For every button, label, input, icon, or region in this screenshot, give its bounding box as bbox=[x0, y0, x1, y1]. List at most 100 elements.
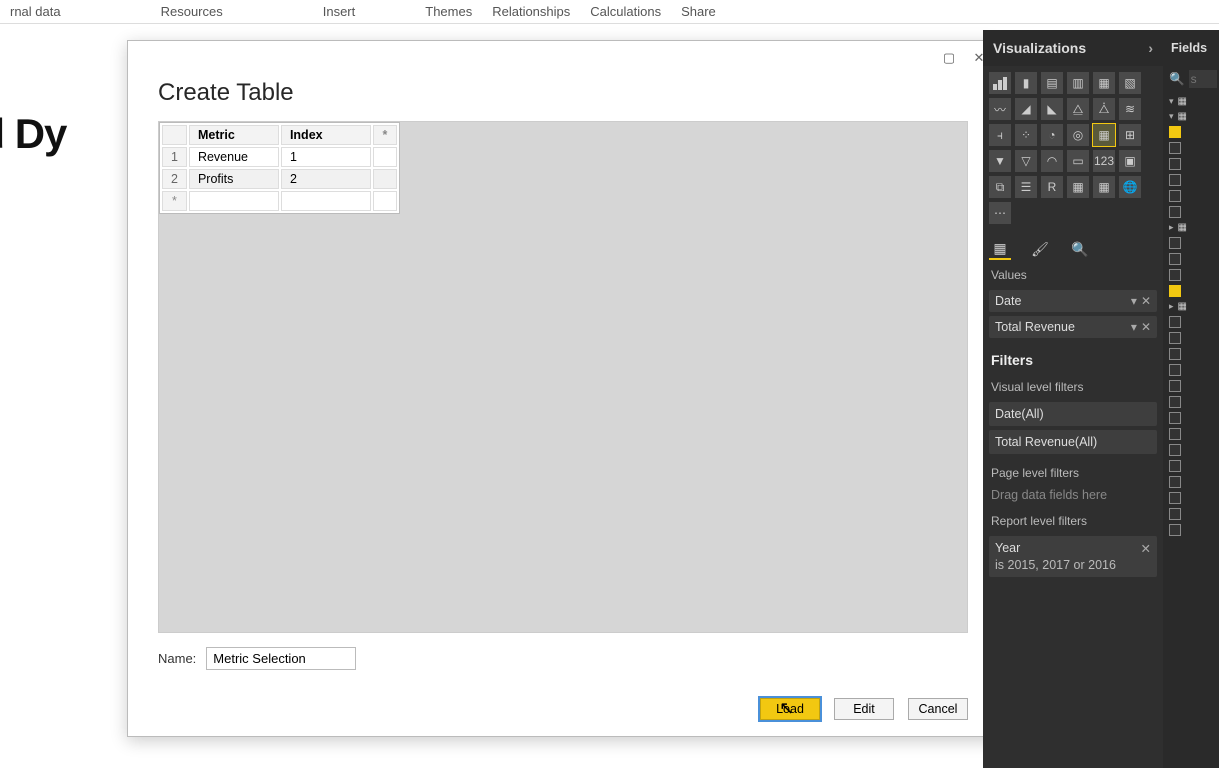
filter-item-date[interactable]: Date(All) bbox=[989, 402, 1157, 426]
cell-empty[interactable] bbox=[373, 191, 397, 211]
field-item[interactable] bbox=[1167, 458, 1215, 474]
filled-map-icon[interactable]: ▼ bbox=[989, 150, 1011, 172]
ribbon-item[interactable]: Insert bbox=[313, 0, 366, 23]
field-item[interactable] bbox=[1167, 251, 1215, 267]
table-node[interactable]: ▾▦ bbox=[1167, 94, 1215, 109]
field-item[interactable] bbox=[1167, 474, 1215, 490]
visualizations-header[interactable]: Visualizations › bbox=[983, 30, 1163, 66]
cell-metric[interactable]: Revenue bbox=[189, 147, 279, 167]
checkbox-icon[interactable] bbox=[1169, 190, 1181, 202]
checkbox-icon[interactable] bbox=[1169, 508, 1181, 520]
100-stacked-column-icon[interactable]: ▧ bbox=[1119, 72, 1141, 94]
table-node[interactable]: ▸▦ bbox=[1167, 220, 1215, 235]
area-chart-icon[interactable]: ◢ bbox=[1015, 98, 1037, 120]
slicer-icon[interactable]: ⧉ bbox=[989, 176, 1011, 198]
ribbon-item[interactable]: Calculations bbox=[580, 0, 671, 23]
line-stacked-column-icon[interactable]: ⧋ bbox=[1067, 98, 1089, 120]
field-item[interactable] bbox=[1167, 267, 1215, 283]
fields-search-input[interactable] bbox=[1189, 70, 1217, 88]
remove-filter-icon[interactable]: ✕ bbox=[1141, 541, 1151, 556]
checkbox-icon[interactable] bbox=[1169, 316, 1181, 328]
clustered-column-icon[interactable]: ▥ bbox=[1067, 72, 1089, 94]
line-clustered-column-icon[interactable]: ⧊ bbox=[1093, 98, 1115, 120]
table-row[interactable]: 1 Revenue 1 bbox=[162, 147, 397, 167]
checkbox-icon[interactable] bbox=[1169, 206, 1181, 218]
field-item[interactable] bbox=[1167, 442, 1215, 458]
field-item[interactable] bbox=[1167, 314, 1215, 330]
table-visual-icon[interactable]: ☰ bbox=[1015, 176, 1037, 198]
r-visual-icon[interactable]: ▦ bbox=[1067, 176, 1089, 198]
100-stacked-bar-icon[interactable]: ▦ bbox=[1093, 72, 1115, 94]
line-chart-icon[interactable]: 〰 bbox=[989, 98, 1011, 120]
ribbon-item[interactable]: Relationships bbox=[482, 0, 580, 23]
field-item[interactable] bbox=[1167, 140, 1215, 156]
fields-header[interactable]: Fields bbox=[1163, 30, 1219, 66]
field-item[interactable] bbox=[1167, 362, 1215, 378]
column-header-index[interactable]: Index bbox=[281, 125, 371, 145]
fields-search[interactable]: 🔍 bbox=[1163, 66, 1219, 92]
checkbox-icon[interactable] bbox=[1169, 237, 1181, 249]
checkbox-icon[interactable] bbox=[1169, 476, 1181, 488]
add-column-button[interactable]: * bbox=[373, 125, 397, 145]
chevron-right-icon[interactable]: › bbox=[1148, 40, 1153, 56]
treemap-icon[interactable]: ▦ bbox=[1093, 124, 1115, 146]
cell-empty[interactable] bbox=[373, 147, 397, 167]
cell-metric[interactable]: Profits bbox=[189, 169, 279, 189]
remove-field-icon[interactable]: ✕ bbox=[1141, 320, 1151, 334]
cell-index[interactable]: 1 bbox=[281, 147, 371, 167]
data-entry-table[interactable]: Metric Index * 1 Revenue 1 2 Profits 2 * bbox=[159, 122, 400, 214]
checkbox-icon[interactable] bbox=[1169, 412, 1181, 424]
stacked-bar-icon[interactable] bbox=[989, 72, 1011, 94]
kpi-icon[interactable]: ▣ bbox=[1119, 150, 1141, 172]
checkbox-icon[interactable] bbox=[1169, 285, 1181, 297]
fields-tab-icon[interactable]: ▦ bbox=[989, 238, 1011, 260]
analytics-tab-icon[interactable]: 🔍 bbox=[1069, 238, 1091, 260]
scatter-chart-icon[interactable]: ⁘ bbox=[1015, 124, 1037, 146]
globe-icon[interactable]: 🌐 bbox=[1119, 176, 1141, 198]
ribbon-item[interactable]: Resources bbox=[151, 0, 233, 23]
checkbox-icon[interactable] bbox=[1169, 524, 1181, 536]
remove-field-icon[interactable]: ✕ bbox=[1141, 294, 1151, 308]
checkbox-icon[interactable] bbox=[1169, 428, 1181, 440]
checkbox-icon[interactable] bbox=[1169, 269, 1181, 281]
checkbox-icon[interactable] bbox=[1169, 158, 1181, 170]
checkbox-icon[interactable] bbox=[1169, 174, 1181, 186]
checkbox-icon[interactable] bbox=[1169, 364, 1181, 376]
value-field-total-revenue[interactable]: Total Revenue ▾✕ bbox=[989, 316, 1157, 338]
load-button[interactable]: Load bbox=[760, 698, 820, 720]
ribbon-item[interactable]: Themes bbox=[415, 0, 482, 23]
table-name-input[interactable] bbox=[206, 647, 356, 670]
checkbox-icon[interactable] bbox=[1169, 396, 1181, 408]
table-row[interactable]: 2 Profits 2 bbox=[162, 169, 397, 189]
new-row[interactable]: * bbox=[162, 191, 397, 211]
chevron-down-icon[interactable]: ▾ bbox=[1131, 320, 1137, 334]
maximize-button[interactable]: ▢ bbox=[938, 48, 960, 68]
drag-fields-placeholder[interactable]: Drag data fields here bbox=[983, 484, 1163, 506]
format-tab-icon[interactable]: 🖌 bbox=[1029, 238, 1051, 260]
ellipsis-icon[interactable]: ⋯ bbox=[989, 202, 1011, 224]
ribbon-item[interactable]: rnal data bbox=[0, 0, 71, 23]
field-item[interactable] bbox=[1167, 378, 1215, 394]
field-item[interactable] bbox=[1167, 124, 1215, 140]
column-header-metric[interactable]: Metric bbox=[189, 125, 279, 145]
clustered-bar-icon[interactable]: ▤ bbox=[1041, 72, 1063, 94]
matrix-icon[interactable]: R bbox=[1041, 176, 1063, 198]
table-node[interactable]: ▸▦ bbox=[1167, 299, 1215, 314]
field-item[interactable] bbox=[1167, 522, 1215, 538]
field-item[interactable] bbox=[1167, 346, 1215, 362]
checkbox-icon[interactable] bbox=[1169, 253, 1181, 265]
card-icon[interactable]: ▭ bbox=[1067, 150, 1089, 172]
field-item[interactable] bbox=[1167, 410, 1215, 426]
donut-chart-icon[interactable]: ◎ bbox=[1067, 124, 1089, 146]
field-item[interactable] bbox=[1167, 172, 1215, 188]
ribbon-chart-icon[interactable]: ≋ bbox=[1119, 98, 1141, 120]
table-editor-area[interactable]: Metric Index * 1 Revenue 1 2 Profits 2 * bbox=[158, 121, 968, 633]
cell-empty[interactable] bbox=[373, 169, 397, 189]
waterfall-icon[interactable]: ⫞ bbox=[989, 124, 1011, 146]
stacked-area-icon[interactable]: ◣ bbox=[1041, 98, 1063, 120]
add-row-button[interactable]: * bbox=[162, 191, 187, 211]
checkbox-icon[interactable] bbox=[1169, 444, 1181, 456]
gauge-icon[interactable]: ◠ bbox=[1041, 150, 1063, 172]
filter-item-year[interactable]: Year ✕ is 2015, 2017 or 2016 bbox=[989, 536, 1157, 577]
field-item[interactable] bbox=[1167, 394, 1215, 410]
